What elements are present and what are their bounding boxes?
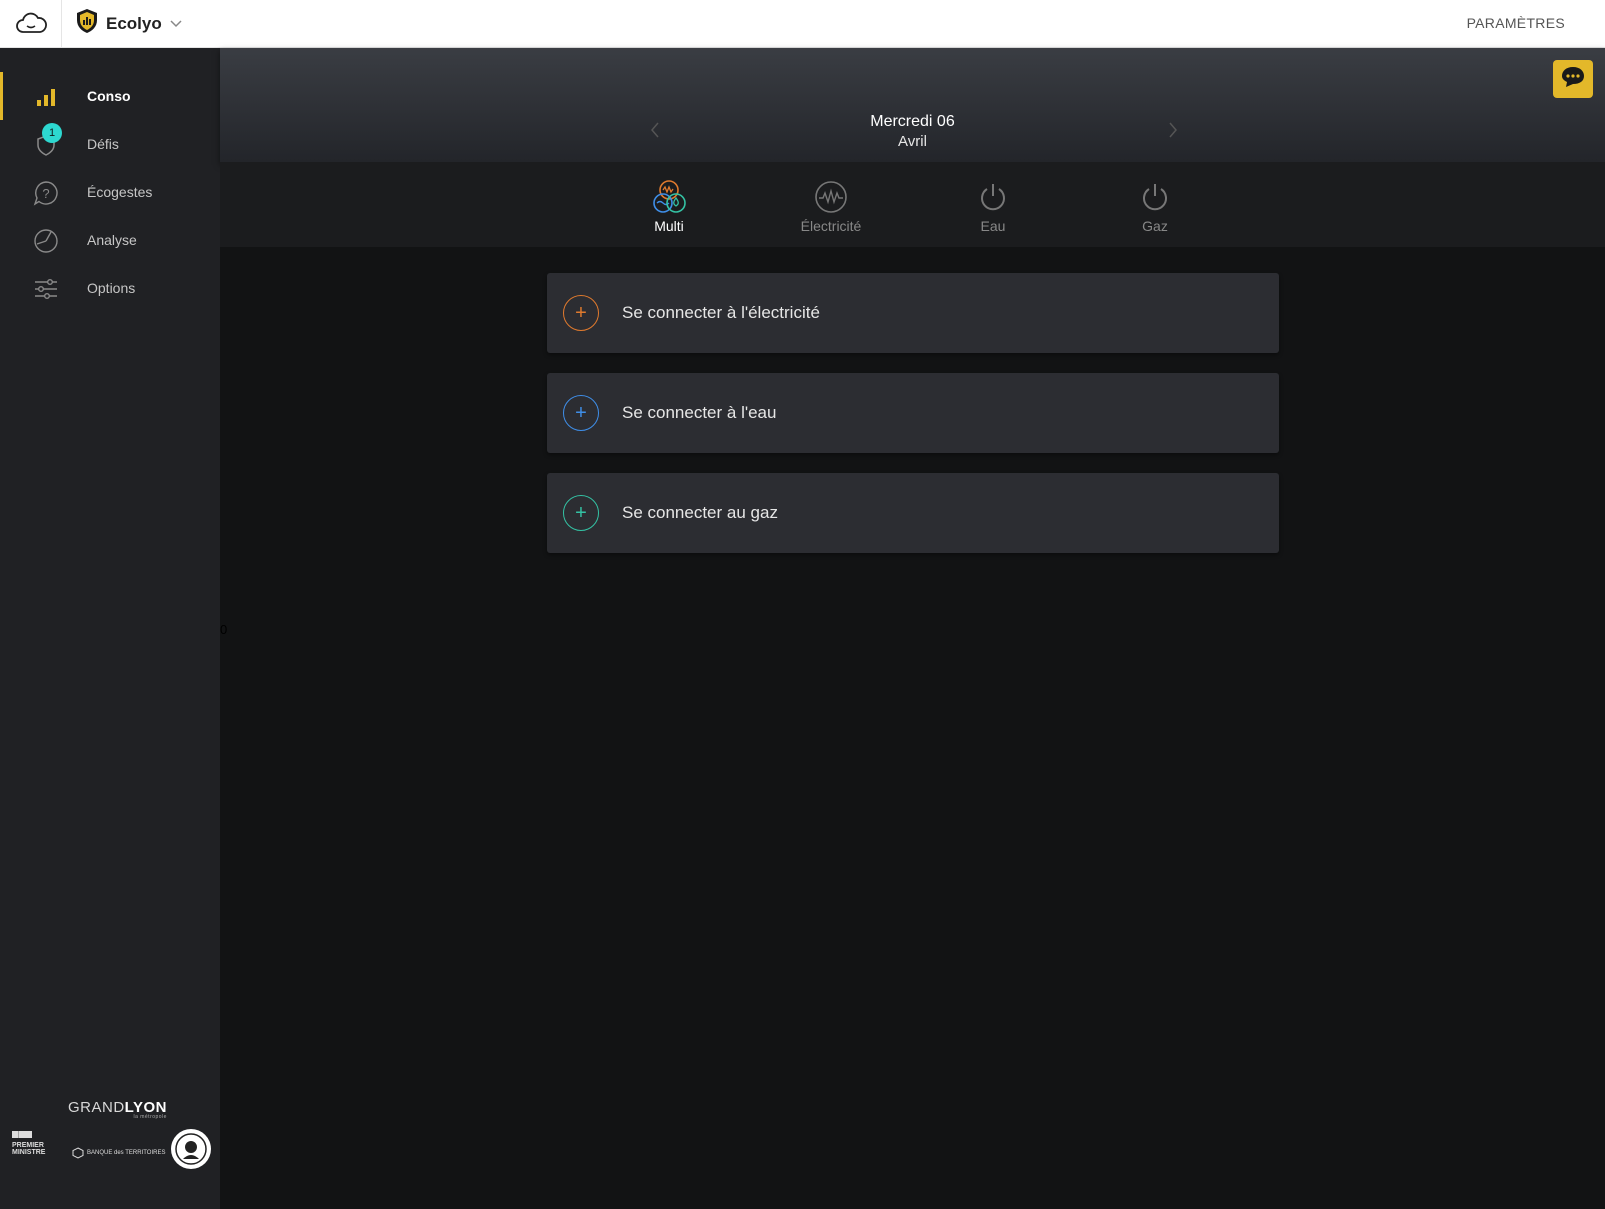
app-switcher[interactable]: Ecolyo (62, 8, 182, 39)
seal-logo (171, 1129, 211, 1169)
svg-text:?: ? (42, 186, 49, 201)
settings-link[interactable]: PARAMÈTRES (1467, 15, 1565, 31)
grandlyon-logo: GRANDLYON la métropole (68, 1099, 167, 1120)
date-day: Mercredi 06 (870, 113, 955, 130)
tab-electricite[interactable]: Électricité (776, 180, 886, 234)
tab-gaz[interactable]: Gaz (1100, 180, 1210, 234)
tab-multi[interactable]: Multi (614, 180, 724, 234)
chevron-right-icon[interactable] (1168, 122, 1178, 143)
top-bar: Ecolyo PARAMÈTRES (0, 0, 1605, 48)
tab-label: Multi (654, 218, 684, 234)
tab-label: Gaz (1142, 218, 1168, 234)
sidebar-item-defis[interactable]: 1 Défis (0, 120, 220, 168)
connect-electricity-card[interactable]: + Se connecter à l'électricité (547, 273, 1279, 353)
ecolyo-shield-icon (76, 8, 98, 39)
card-label: Se connecter à l'eau (622, 403, 777, 422)
sidebar-item-options[interactable]: Options (0, 264, 220, 312)
banque-territoires-logo: BANQUE des TERRITOIRES (72, 1147, 165, 1159)
question-bubble-icon: ? (33, 180, 59, 206)
sidebar: Conso 1 Défis ? Écogestes Analyse Option… (0, 48, 220, 1209)
plus-icon: + (563, 395, 599, 431)
tab-eau[interactable]: Eau (938, 180, 1048, 234)
tab-label: Eau (980, 218, 1006, 234)
tab-label: Électricité (800, 218, 862, 234)
sliders-icon (33, 276, 59, 302)
chat-button[interactable] (1553, 60, 1593, 98)
card-label: Se connecter au gaz (622, 503, 778, 522)
sidebar-item-ecogestes[interactable]: ? Écogestes (0, 168, 220, 216)
electricity-wave-icon (776, 180, 886, 214)
analysis-pie-icon (33, 228, 59, 254)
card-label: Se connecter à l'électricité (622, 303, 820, 322)
connect-cards: + Se connecter à l'électricité + Se conn… (547, 273, 1279, 573)
multi-fluid-icon (614, 180, 724, 214)
sidebar-item-conso[interactable]: Conso (0, 72, 220, 120)
connect-gas-card[interactable]: + Se connecter au gaz (547, 473, 1279, 553)
chevron-down-icon (170, 15, 182, 33)
plus-icon: + (563, 495, 599, 531)
app-name: Ecolyo (106, 13, 162, 33)
current-date: Mercredi 06 Avril (220, 112, 1605, 152)
sidebar-item-label: Options (87, 280, 136, 296)
chat-icon (1560, 65, 1586, 94)
partner-logos: GRANDLYON la métropole PREMIER MINISTRE B… (0, 1099, 220, 1209)
bar-chart-icon (33, 84, 59, 110)
power-icon (1100, 180, 1210, 214)
sidebar-item-label: Analyse (87, 232, 137, 248)
notification-badge: 1 (42, 123, 62, 143)
date-month: Avril (898, 133, 927, 150)
sidebar-item-label: Défis (87, 136, 119, 152)
date-header: Mercredi 06 Avril (220, 48, 1605, 162)
sidebar-item-analyse[interactable]: Analyse (0, 216, 220, 264)
sidebar-item-label: Conso (87, 88, 131, 104)
power-icon (938, 180, 1048, 214)
plus-icon: + (563, 295, 599, 331)
connect-water-card[interactable]: + Se connecter à l'eau (547, 373, 1279, 453)
stray-text: 0 (220, 622, 228, 637)
sidebar-item-label: Écogestes (87, 184, 153, 200)
fluid-tabs: Multi Électricité Eau Gaz (220, 162, 1605, 247)
premier-ministre-logo: PREMIER MINISTRE (12, 1131, 50, 1156)
cloud-icon[interactable] (0, 0, 62, 48)
